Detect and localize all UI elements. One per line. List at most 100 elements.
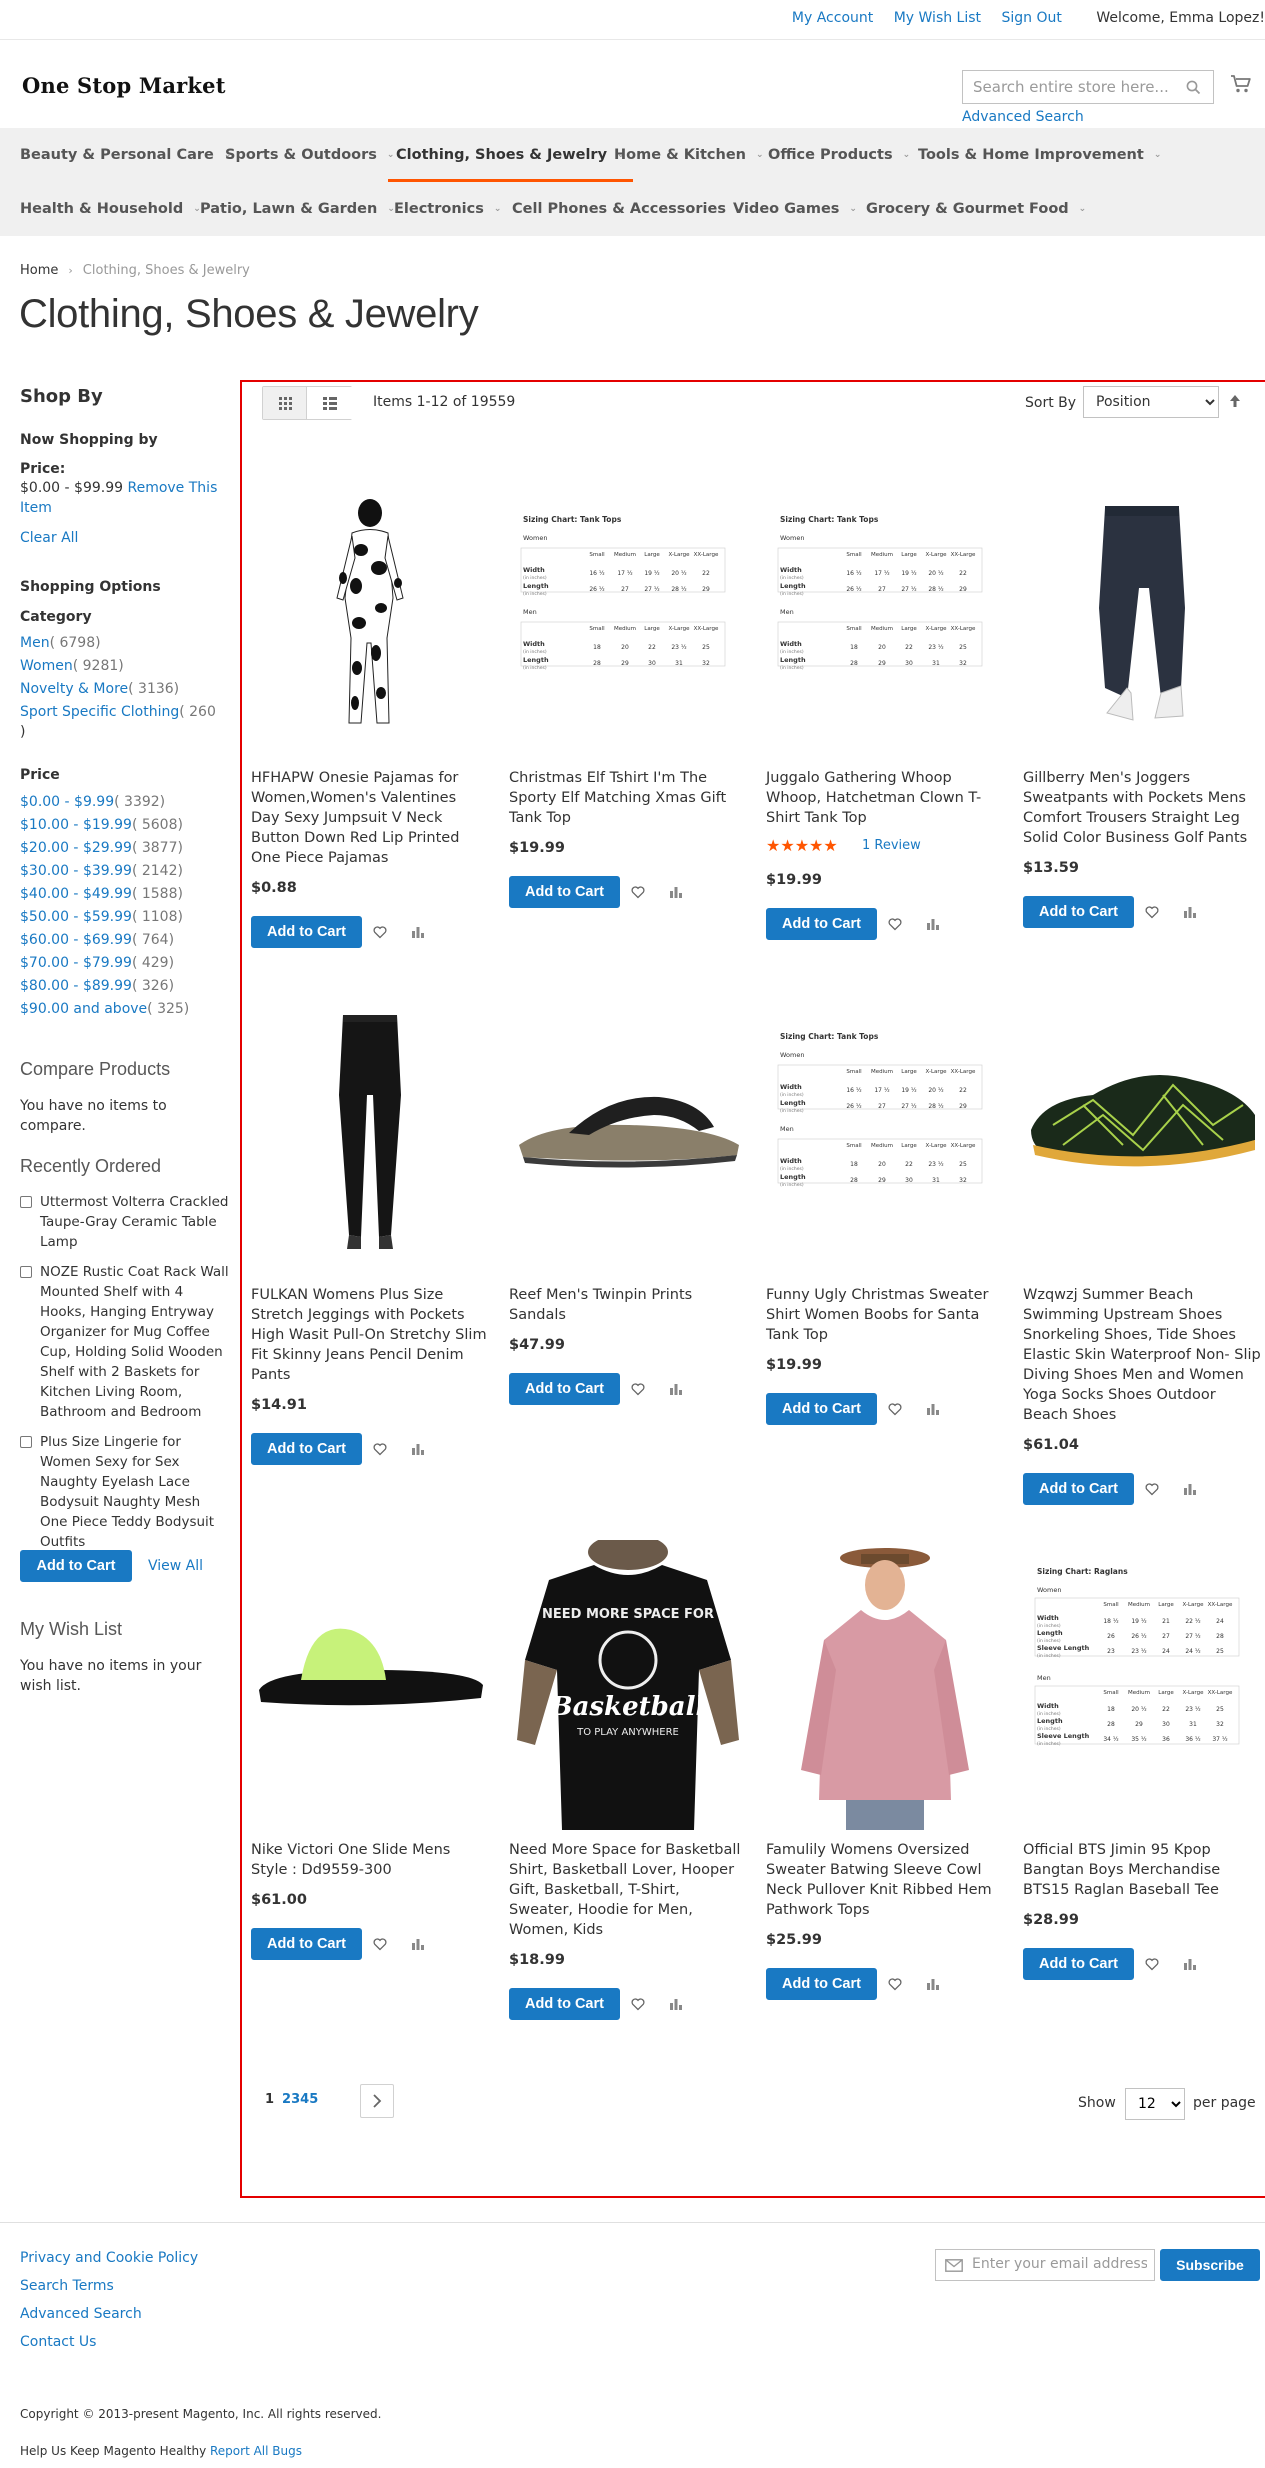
page-link[interactable]: 2 [282,2092,291,2107]
recent-view-all-link[interactable]: View All [148,1556,203,1576]
my-account-link[interactable]: My Account [792,10,873,26]
advanced-search-link[interactable]: Advanced Search [962,109,1084,125]
heart-wishlist-icon[interactable] [373,1442,387,1456]
product-name-link[interactable]: Reef Men's Twinpin Prints Sandals [509,1285,747,1325]
footer-link-search-terms[interactable]: Search Terms [20,2278,114,2294]
limiter-select[interactable]: 12 [1125,2088,1185,2120]
next-page-chevron-right-icon[interactable] [360,2084,394,2118]
category-link-novelty[interactable]: Novelty & More [20,681,128,697]
heart-wishlist-icon[interactable] [631,885,645,899]
newsletter-email-input[interactable] [972,2256,1147,2272]
price-link[interactable]: $0.00 - $9.99 [20,794,114,810]
heart-wishlist-icon[interactable] [373,1937,387,1951]
category-link-sport-specific[interactable]: Sport Specific Clothing [20,704,179,720]
product-name-link[interactable]: Famulily Womens Oversized Sweater Batwin… [766,1840,1004,1920]
add-to-cart-button[interactable]: Add to Cart [251,916,362,948]
remove-filter-link-cont[interactable]: Item [20,498,52,518]
add-to-cart-button[interactable]: Add to Cart [509,1373,620,1405]
compare-bars-icon[interactable] [1183,1957,1197,1971]
price-option[interactable]: $50.00 - $59.99( 1108) [20,907,183,927]
compare-bars-icon[interactable] [1183,905,1197,919]
price-link[interactable]: $70.00 - $79.99 [20,955,132,971]
category-link-women[interactable]: Women [20,658,73,674]
compare-bars-icon[interactable] [926,1402,940,1416]
search-input[interactable] [963,71,1173,103]
add-to-cart-button[interactable]: Add to Cart [251,1433,362,1465]
page-link[interactable]: 3 [291,2092,300,2107]
nav-item-office[interactable]: Office Products ⌄ [768,128,910,182]
nav-item-grocery[interactable]: Grocery & Gourmet Food ⌄ [866,182,1086,236]
product-name-link[interactable]: Gillberry Men's Joggers Sweatpants with … [1023,768,1261,848]
price-option[interactable]: $10.00 - $19.99( 5608) [20,815,183,835]
grid-mode-icon[interactable] [263,387,307,419]
heart-wishlist-icon[interactable] [631,1997,645,2011]
price-option[interactable]: $30.00 - $39.99( 2142) [20,861,183,881]
heart-wishlist-icon[interactable] [888,1402,902,1416]
sign-out-link[interactable]: Sign Out [1002,10,1062,26]
subscribe-button[interactable]: Subscribe [1160,2249,1260,2281]
product-image[interactable]: Sizing Chart: Raglans Women Small Medium Lar… [1023,1540,1261,1790]
search-icon[interactable] [1186,80,1201,99]
breadcrumb-home[interactable]: Home [20,263,58,278]
product-name-link[interactable]: Nike Victori One Slide Mens Style : Dd95… [251,1840,489,1880]
heart-wishlist-icon[interactable] [888,1977,902,1991]
product-image[interactable]: Sizing Chart: Tank Tops Women Small Medium L… [766,1005,1004,1255]
compare-bars-icon[interactable] [1183,1482,1197,1496]
heart-wishlist-icon[interactable] [1145,1482,1159,1496]
recent-item-checkbox[interactable] [20,1436,32,1448]
footer-link-advanced-search[interactable]: Advanced Search [20,2306,142,2322]
product-name-link[interactable]: Wzqwzj Summer Beach Swimming Upstream Sh… [1023,1285,1261,1425]
add-to-cart-button[interactable]: Add to Cart [766,908,877,940]
compare-bars-icon[interactable] [926,917,940,931]
recent-add-to-cart-button[interactable]: Add to Cart [20,1550,132,1582]
product-image[interactable] [251,488,489,738]
nav-item-patio[interactable]: Patio, Lawn & Garden ⌄ [200,182,395,236]
price-link[interactable]: $50.00 - $59.99 [20,909,132,925]
page-link[interactable]: 4 [300,2092,309,2107]
add-to-cart-button[interactable]: Add to Cart [251,1928,362,1960]
nav-item-health[interactable]: Health & Household ⌄ [20,182,201,236]
product-name-link[interactable]: Christmas Elf Tshirt I'm The Sporty Elf … [509,768,747,828]
category-option[interactable]: Novelty & More( 3136) [20,679,179,699]
nav-item-sports[interactable]: Sports & Outdoors ⌄ [225,128,394,182]
compare-bars-icon[interactable] [411,1937,425,1951]
nav-item-electronics[interactable]: Electronics ⌄ [394,182,501,236]
category-link-men[interactable]: Men [20,635,50,651]
product-image[interactable] [1023,1005,1261,1255]
clear-all-link[interactable]: Clear All [20,528,78,548]
recent-item-checkbox[interactable] [20,1266,32,1278]
compare-bars-icon[interactable] [669,1382,683,1396]
page-link[interactable]: 5 [309,2092,318,2107]
product-name-link[interactable]: HFHAPW Onesie Pajamas for Women,Women's … [251,768,489,868]
my-wishlist-link[interactable]: My Wish List [894,10,981,26]
price-option[interactable]: $60.00 - $69.99( 764) [20,930,174,950]
price-link[interactable]: $30.00 - $39.99 [20,863,132,879]
sort-by-select[interactable]: Position [1083,386,1219,418]
sort-direction-arrow-up-icon[interactable] [1228,393,1242,413]
compare-bars-icon[interactable] [411,1442,425,1456]
product-image[interactable]: Sizing Chart: Tank Tops Women Small Medium L… [766,488,1004,738]
price-option[interactable]: $20.00 - $29.99( 3877) [20,838,183,858]
recent-item[interactable]: NOZE Rustic Coat Rack Wall Mounted Shelf… [20,1262,230,1422]
category-option[interactable]: Sport Specific Clothing( 260 [20,702,216,722]
product-name-link[interactable]: Funny Ugly Christmas Sweater Shirt Women… [766,1285,1004,1345]
add-to-cart-button[interactable]: Add to Cart [509,1988,620,2020]
price-link[interactable]: $90.00 and above [20,1001,147,1017]
add-to-cart-button[interactable]: Add to Cart [1023,896,1134,928]
product-image[interactable] [251,1540,489,1790]
add-to-cart-button[interactable]: Add to Cart [766,1393,877,1425]
price-option[interactable]: $0.00 - $9.99( 3392) [20,792,165,812]
add-to-cart-button[interactable]: Add to Cart [509,876,620,908]
heart-wishlist-icon[interactable] [631,1382,645,1396]
compare-bars-icon[interactable] [669,885,683,899]
heart-wishlist-icon[interactable] [373,925,387,939]
nav-item-cell-phones[interactable]: Cell Phones & Accessories ⌄ [512,182,744,236]
price-option[interactable]: $80.00 - $89.99( 326) [20,976,174,996]
product-name-link[interactable]: Need More Space for Basketball Shirt, Ba… [509,1840,747,1940]
product-name-link[interactable]: Juggalo Gathering Whoop Whoop, Hatchetma… [766,768,1004,828]
nav-item-tools[interactable]: Tools & Home Improvement ⌄ [918,128,1161,182]
price-link[interactable]: $80.00 - $89.99 [20,978,132,994]
product-image[interactable] [251,1005,489,1255]
product-name-link[interactable]: Official BTS Jimin 95 Kpop Bangtan Boys … [1023,1840,1261,1900]
price-option[interactable]: $70.00 - $79.99( 429) [20,953,174,973]
